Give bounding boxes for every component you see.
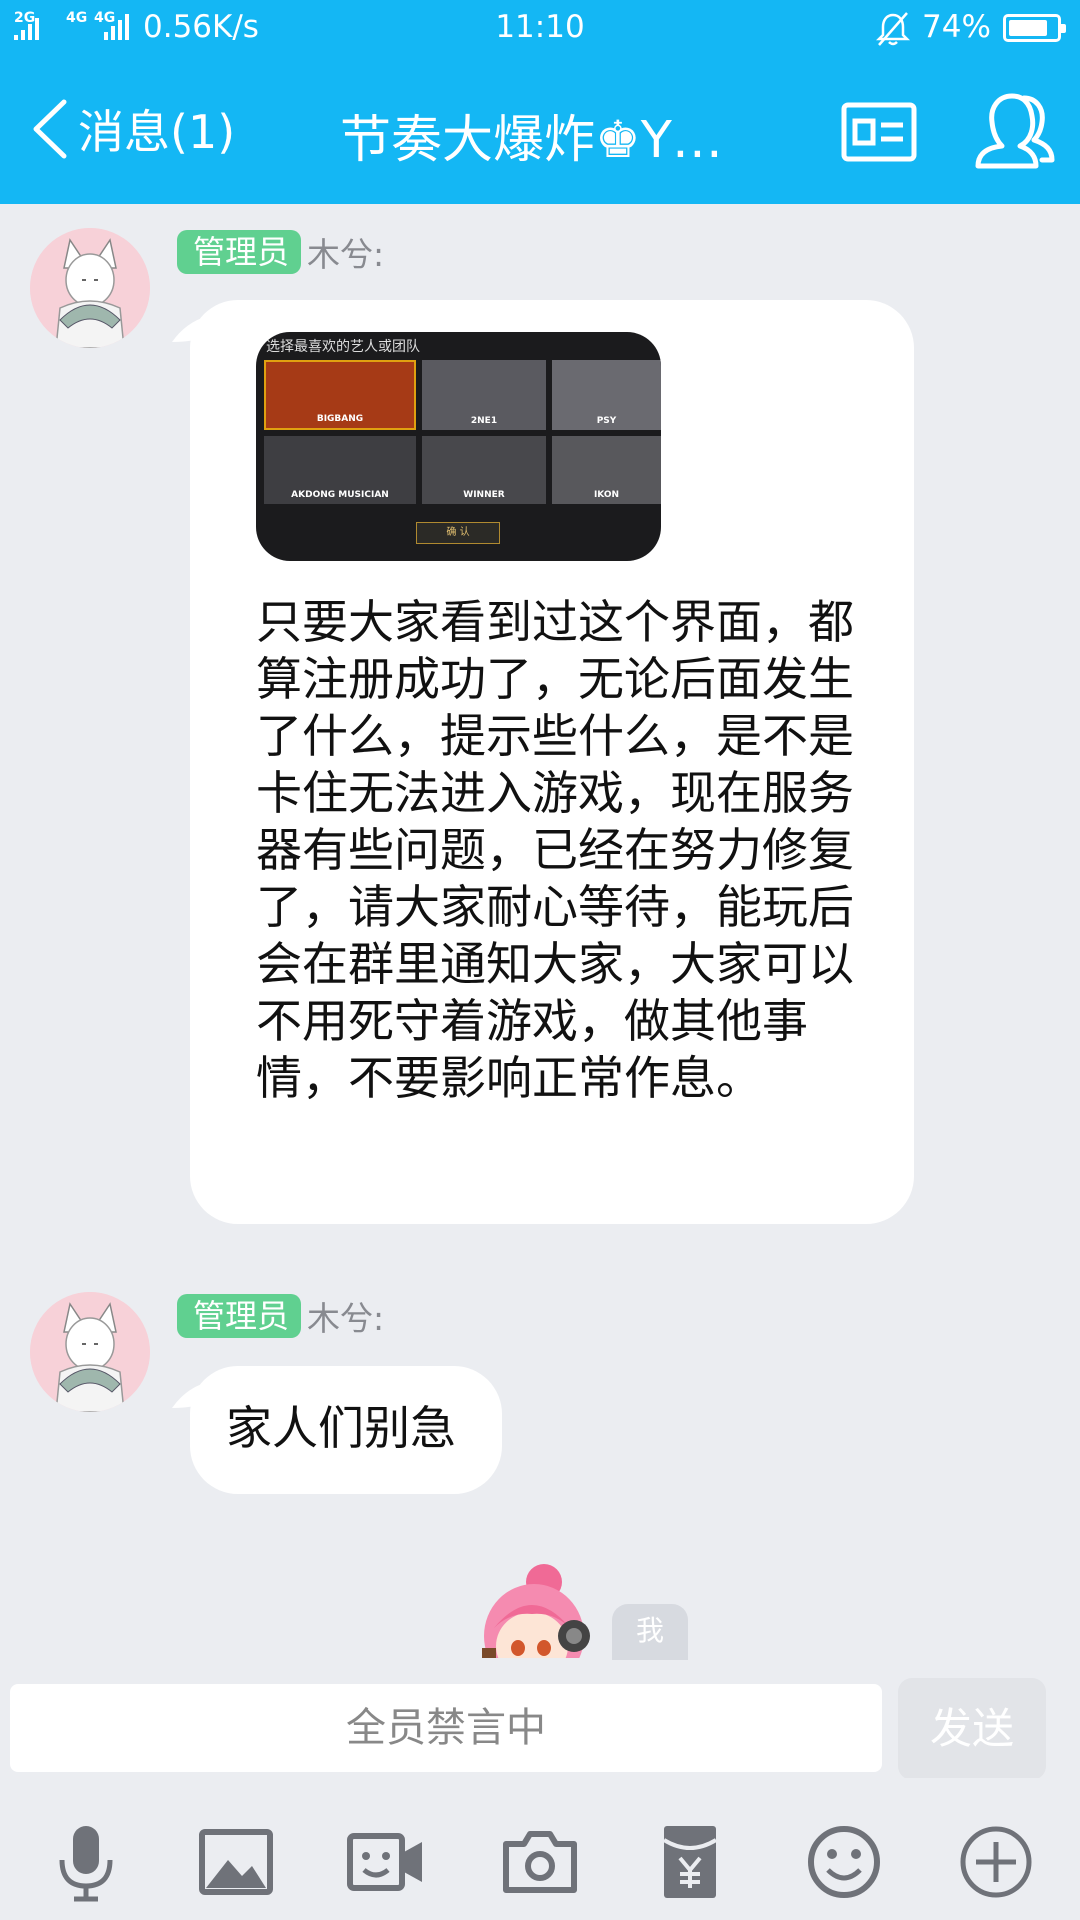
cat-boy-avatar-icon [30,228,150,348]
sender-name[interactable]: 木兮: [307,228,384,276]
emoji-icon[interactable] [804,1822,884,1902]
message-text: 只要大家看到过这个界面，都算注册成功了，无论后面发生了什么，提示些什么，是不是卡… [256,595,854,1105]
image-caption: 选择最喜欢的艺人或团队 [266,339,420,355]
group-card-icon[interactable] [841,102,917,162]
pink-hair-girl-avatar-icon [482,1564,590,1658]
image-tile: WINNER [422,436,546,504]
admin-badge: 管理员 [177,1294,302,1338]
status-bar: 2G 4G 4G 0.56K/s 11:10 74% [0,0,1080,58]
image-tile: 2NE1 [422,360,546,430]
message-bubble[interactable]: 家人们别急 [172,1366,502,1494]
avatar[interactable] [30,228,150,348]
message-bubble[interactable]: 选择最喜欢的艺人或团队 BIGBANG 2NE1 PSY AKDONG MUSI… [172,300,914,1224]
me-tag: 我 [612,1604,688,1660]
bubble-tail [172,316,208,342]
back-label: 消息(1) [78,105,236,159]
image-tile: AKDONG MUSICIAN [264,436,416,504]
cat-boy-avatar-icon [30,1292,150,1412]
image-tile: IKON [552,436,661,504]
my-avatar[interactable] [474,1552,600,1658]
sender-info: 管理员 木兮: [177,228,384,276]
image-icon[interactable] [196,1822,276,1902]
silent-bell-icon [876,12,910,46]
image-tile: PSY [552,360,661,430]
avatar[interactable] [30,1292,150,1412]
page-title: 节奏大爆炸♚Y… [340,111,723,170]
battery-percent: 74% [922,9,991,45]
back-button[interactable]: 消息(1) [26,94,235,164]
message-input[interactable]: 全员禁言中 [10,1684,882,1772]
image-confirm-label: 确 认 [416,522,500,544]
camera-icon[interactable] [500,1822,580,1902]
red-packet-icon[interactable] [650,1822,730,1902]
message-image[interactable]: 选择最喜欢的艺人或团队 BIGBANG 2NE1 PSY AKDONG MUSI… [256,332,661,561]
bubble-tail [172,1382,208,1408]
send-button[interactable]: 发送 [898,1678,1046,1780]
microphone-icon[interactable] [46,1822,126,1902]
clock: 11:10 [495,9,585,45]
top-bar: 2G 4G 4G 0.56K/s 11:10 74% 消息(1) 节奏大爆炸♚Y… [0,0,1080,204]
group-members-icon[interactable] [972,88,1058,172]
input-row: 全员禁言中 发送 [0,1660,1080,1780]
chevron-left-icon [33,99,67,159]
image-tile: BIGBANG [264,360,416,430]
sender-info: 管理员 木兮: [177,1292,384,1340]
battery-icon [1003,14,1066,42]
video-call-icon[interactable] [346,1822,426,1902]
bottom-toolbar [0,1778,1080,1920]
admin-badge: 管理员 [177,230,302,274]
plus-icon[interactable] [956,1822,1036,1902]
message-text: 家人们别急 [226,1401,456,1455]
navigation-bar: 消息(1) 节奏大爆炸♚Y… [0,58,1080,204]
sender-name[interactable]: 木兮: [307,1292,384,1340]
